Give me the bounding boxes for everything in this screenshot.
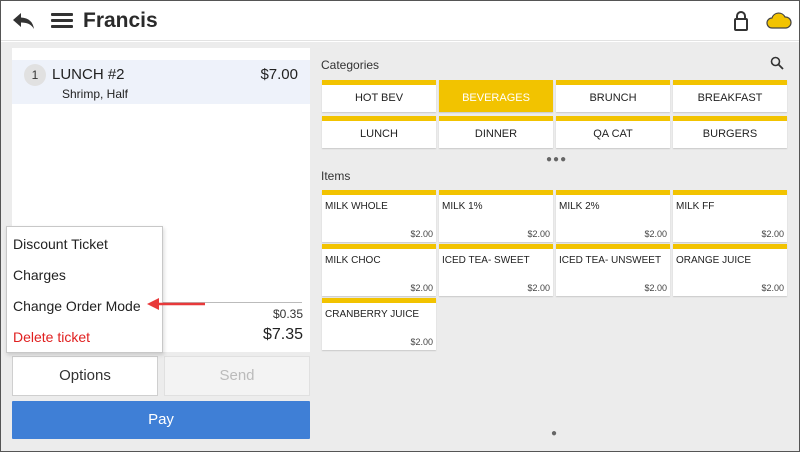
category-breakfast[interactable]: BREAKFAST — [673, 80, 787, 112]
menu-item-charges[interactable]: Charges — [13, 267, 66, 283]
item-tile-cranberry-juice[interactable]: CRANBERRY JUICE $2.00 — [322, 298, 436, 350]
red-arrow-annotation — [145, 296, 207, 312]
item-tile-name: MILK CHOC — [325, 255, 381, 266]
menu-item-discount-ticket[interactable]: Discount Ticket — [13, 236, 108, 252]
item-tile-name: ORANGE JUICE — [676, 255, 752, 266]
item-name: LUNCH #2 — [52, 66, 125, 83]
menu-item-change-order-mode[interactable]: Change Order Mode — [13, 298, 141, 314]
item-tile-price: $2.00 — [761, 283, 784, 293]
items-label: Items — [321, 169, 351, 183]
item-tile-orange-juice[interactable]: ORANGE JUICE $2.00 — [673, 244, 787, 296]
send-button[interactable]: Send — [164, 356, 310, 396]
item-price: $7.00 — [260, 66, 298, 83]
items-page-indicator[interactable]: ● — [551, 428, 558, 439]
item-tile-iced-tea-sweet[interactable]: ICED TEA- SWEET $2.00 — [439, 244, 553, 296]
item-modifiers: Shrimp, Half — [62, 87, 129, 101]
item-tile-price: $2.00 — [644, 283, 667, 293]
category-lunch[interactable]: LUNCH — [322, 116, 436, 148]
item-tile-name: MILK WHOLE — [325, 201, 388, 212]
category-hot-bev[interactable]: HOT BEV — [322, 80, 436, 112]
item-tile-name: MILK FF — [676, 201, 715, 212]
item-tile-milk-ff[interactable]: MILK FF $2.00 — [673, 190, 787, 242]
item-tile-price: $2.00 — [527, 283, 550, 293]
tax-value: $0.35 — [272, 307, 303, 321]
category-burgers[interactable]: BURGERS — [673, 116, 787, 148]
item-tile-price: $2.00 — [410, 229, 433, 239]
category-page-indicator[interactable]: ●●● — [546, 154, 567, 165]
categories-label: Categories — [321, 58, 380, 72]
hamburger-menu-icon[interactable] — [51, 10, 73, 32]
options-button[interactable]: Options — [12, 356, 158, 396]
item-tile-name: ICED TEA- UNSWEET — [559, 255, 662, 266]
lock-icon[interactable] — [733, 10, 749, 32]
item-tile-price: $2.00 — [644, 229, 667, 239]
item-tile-milk-2[interactable]: MILK 2% $2.00 — [556, 190, 670, 242]
item-tile-milk-whole[interactable]: MILK WHOLE $2.00 — [322, 190, 436, 242]
page-title: Francis — [83, 9, 158, 32]
top-bar: Francis — [1, 1, 799, 41]
item-quantity-badge: 1 — [24, 64, 46, 86]
pay-button[interactable]: Pay — [12, 401, 310, 439]
category-dinner[interactable]: DINNER — [439, 116, 553, 148]
item-tile-price: $2.00 — [410, 283, 433, 293]
category-qa-cat[interactable]: QA CAT — [556, 116, 670, 148]
item-tile-price: $2.00 — [761, 229, 784, 239]
item-tile-milk-1[interactable]: MILK 1% $2.00 — [439, 190, 553, 242]
back-arrow-icon[interactable] — [11, 9, 37, 33]
total-value: $7.35 — [262, 326, 303, 343]
item-tile-milk-choc[interactable]: MILK CHOC $2.00 — [322, 244, 436, 296]
item-tile-iced-tea-unsweet[interactable]: ICED TEA- UNSWEET $2.00 — [556, 244, 670, 296]
item-tile-price: $2.00 — [527, 229, 550, 239]
item-tile-price: $2.00 — [410, 337, 433, 347]
item-tile-name: CRANBERRY JUICE — [325, 309, 420, 320]
cloud-icon[interactable] — [766, 11, 792, 31]
category-beverages[interactable]: BEVERAGES — [439, 80, 553, 112]
menu-item-delete-ticket[interactable]: Delete ticket — [13, 329, 90, 345]
options-menu: Discount Ticket Charges Change Order Mod… — [6, 226, 163, 353]
search-icon[interactable] — [770, 56, 784, 70]
item-tile-name: ICED TEA- SWEET — [442, 255, 530, 266]
item-tile-name: MILK 1% — [442, 201, 483, 212]
category-brunch[interactable]: BRUNCH — [556, 80, 670, 112]
item-tile-name: MILK 2% — [559, 201, 600, 212]
